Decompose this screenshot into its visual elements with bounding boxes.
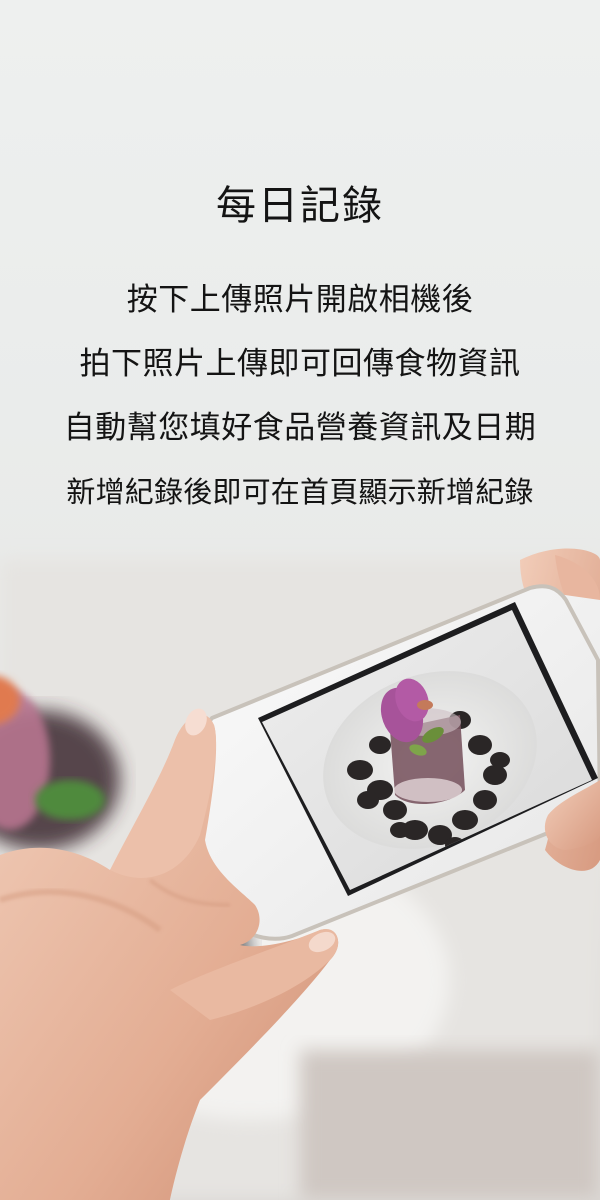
- daily-record-screen: 每日記錄 按下上傳照片開啟相機後 拍下照片上傳即可回傳食物資訊 自動幫您填好食品…: [0, 0, 600, 1200]
- instruction-line: 按下上傳照片開啟相機後: [126, 282, 474, 318]
- instruction-line: 新增紀錄後即可在首頁顯示新增紀錄: [66, 475, 534, 509]
- page-title: 每日記錄: [216, 183, 384, 229]
- instruction-line: 拍下照片上傳即可回傳食物資訊: [79, 346, 521, 382]
- instruction-line: 自動幫您填好食品營養資訊及日期: [63, 410, 537, 446]
- instruction-list: 按下上傳照片開啟相機後 拍下照片上傳即可回傳食物資訊 自動幫您填好食品營養資訊及…: [0, 284, 600, 540]
